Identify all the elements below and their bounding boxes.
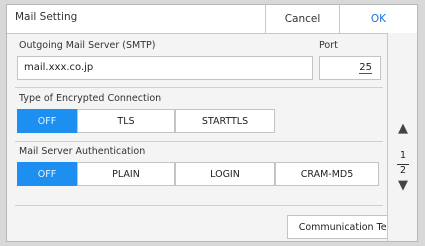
encryption-off-button[interactable]: OFF [17,109,77,133]
auth-label: Mail Server Authentication [19,146,146,157]
scroll-up-icon[interactable]: ▲ [388,121,418,136]
auth-cram-md5-button[interactable]: CRAM-MD5 [275,162,379,186]
dialog-title: Mail Setting [15,11,78,23]
ok-button[interactable]: OK [339,5,417,33]
divider [15,205,383,206]
dialog-header: Mail Setting Cancel OK [7,5,417,34]
port-value: 25 [359,62,372,74]
pager-panel: ▲ 1 2 ▼ [387,33,417,241]
port-field[interactable]: 25 [319,56,381,80]
divider [15,141,383,142]
port-label: Port [319,40,338,51]
auth-login-button[interactable]: LOGIN [175,162,275,186]
mail-setting-dialog: Mail Setting Cancel OK Outgoing Mail Ser… [6,4,418,242]
current-page: 1 [399,150,407,161]
divider [15,87,383,88]
total-pages: 2 [399,165,407,176]
encryption-tls-button[interactable]: TLS [77,109,175,133]
auth-off-button[interactable]: OFF [17,162,77,186]
scroll-down-icon[interactable]: ▼ [388,178,418,193]
smtp-server-field[interactable]: mail.xxx.co.jp [17,56,313,80]
cancel-button[interactable]: Cancel [265,5,339,33]
smtp-label: Outgoing Mail Server (SMTP) [19,40,156,51]
auth-plain-button[interactable]: PLAIN [77,162,175,186]
encryption-label: Type of Encrypted Connection [19,93,162,104]
encryption-starttls-button[interactable]: STARTTLS [175,109,275,133]
